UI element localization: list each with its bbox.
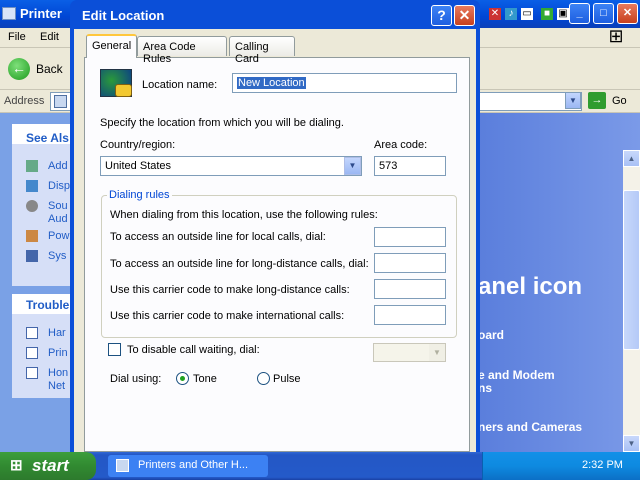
go-label: Go [612, 95, 627, 107]
help-page-icon [26, 367, 38, 379]
taskbar-item-printers[interactable]: Printers and Other H... [108, 455, 268, 477]
minimize-button[interactable]: _ [569, 3, 590, 24]
long-distance-label: To access an outside line for long-dista… [110, 258, 369, 270]
network-icon[interactable]: ✕ [489, 8, 501, 20]
scroll-thumb[interactable] [623, 190, 640, 350]
location-name-label: Location name: [142, 79, 218, 91]
dialog-title: Edit Location [82, 8, 165, 23]
power-icon [26, 230, 38, 242]
speaker-icon[interactable]: ♪ [505, 8, 517, 20]
tab-general[interactable]: General [86, 34, 138, 58]
go-button[interactable]: → Go [588, 92, 636, 110]
area-code-field[interactable]: 573 [374, 156, 446, 176]
vertical-scrollbar[interactable]: ▲ ▼ [623, 150, 640, 452]
carrier-international-field[interactable] [374, 305, 446, 325]
instruction-text: Specify the location from which you will… [100, 117, 344, 129]
call-waiting-checkbox[interactable] [108, 343, 121, 356]
display-icon[interactable]: ▣ [557, 8, 569, 20]
explorer-title: Printer [20, 6, 62, 21]
start-label: start [32, 456, 69, 475]
troubleshooter-heading[interactable]: Trouble [26, 298, 69, 312]
phone-icon [115, 84, 132, 97]
tab-area-code-rules[interactable]: Area Code Rules [137, 36, 227, 65]
trouble-item[interactable]: Net [48, 380, 65, 392]
long-distance-field[interactable] [374, 253, 446, 273]
see-also-item[interactable]: Sys [48, 250, 66, 262]
pulse-label: Pulse [273, 373, 301, 385]
category-link[interactable]: oard [478, 328, 504, 342]
carrier-long-distance-field[interactable] [374, 279, 446, 299]
radio-selected-dot [180, 376, 185, 381]
maximize-button[interactable]: □ [593, 3, 614, 24]
system-icon [26, 250, 38, 262]
monitor-icon[interactable]: ▭ [521, 8, 533, 20]
pick-panel-heading: anel icon [478, 273, 583, 300]
country-select[interactable]: United States [100, 156, 362, 176]
display-icon [26, 180, 38, 192]
tone-radio[interactable] [176, 372, 189, 385]
see-also-item[interactable]: Disp [48, 180, 70, 192]
trouble-item[interactable]: Prin [48, 347, 68, 359]
carrier-international-label: Use this carrier code to make internatio… [110, 310, 345, 322]
see-also-item[interactable]: Sou [48, 200, 68, 212]
close-button[interactable]: ✕ [454, 5, 475, 26]
call-waiting-label: To disable call waiting, dial: [127, 344, 260, 356]
explorer-close-button[interactable]: ✕ [617, 3, 638, 24]
menu-file[interactable]: File [8, 31, 26, 43]
printer-folder-icon [2, 7, 16, 20]
category-link[interactable]: e and Modem [478, 368, 555, 382]
see-also-item[interactable]: Pow [48, 230, 69, 242]
category-link[interactable]: ns [478, 381, 492, 395]
see-also-item[interactable]: Aud [48, 213, 68, 225]
start-button[interactable]: ⊞ start [0, 452, 96, 480]
go-arrow-icon: → [588, 92, 606, 109]
globe-phone-icon [100, 69, 132, 97]
tone-label: Tone [193, 373, 217, 385]
security-icon[interactable]: ■ [541, 8, 553, 20]
see-also-item[interactable]: Add [48, 160, 68, 172]
dial-using-label: Dial using: [110, 373, 162, 385]
add-hardware-icon [26, 160, 38, 172]
pulse-radio[interactable] [257, 372, 270, 385]
category-link[interactable]: ners and Cameras [478, 420, 582, 434]
area-code-value: 573 [379, 160, 398, 172]
trouble-item[interactable]: Hon [48, 367, 68, 379]
chevron-down-icon: ▼ [429, 344, 445, 361]
folder-icon [54, 95, 67, 108]
scroll-up-icon[interactable]: ▲ [623, 150, 640, 167]
rules-intro: When dialing from this location, use the… [110, 209, 378, 221]
address-dropdown-button[interactable]: ▼ [565, 92, 581, 109]
scroll-down-icon[interactable]: ▼ [623, 435, 640, 452]
help-page-icon [26, 327, 38, 339]
printer-folder-icon [116, 459, 129, 472]
local-calls-label: To access an outside line for local call… [110, 231, 326, 243]
clock: 2:32 PM [582, 459, 623, 471]
country-value: United States [105, 160, 172, 172]
menu-edit[interactable]: Edit [40, 31, 59, 43]
call-waiting-combo: ▼ [373, 343, 446, 362]
area-code-label: Area code: [374, 139, 428, 151]
location-name-field[interactable]: New Location [232, 73, 457, 93]
help-page-icon [26, 347, 38, 359]
windows-logo-icon: ⊞ [608, 26, 624, 46]
trouble-item[interactable]: Har [48, 327, 66, 339]
country-label: Country/region: [100, 139, 176, 151]
tab-calling-card[interactable]: Calling Card [229, 36, 295, 65]
location-name-value: New Location [237, 77, 306, 89]
dialing-rules-title: Dialing rules [107, 189, 172, 201]
taskbar-item-label: Printers and Other H... [138, 459, 249, 471]
back-arrow-icon: ← [8, 58, 30, 80]
address-label: Address [4, 95, 45, 107]
see-also-heading[interactable]: See Als [26, 131, 69, 145]
back-button[interactable]: ← Back [6, 56, 66, 82]
chevron-down-icon[interactable]: ▼ [344, 157, 361, 175]
local-calls-field[interactable] [374, 227, 446, 247]
help-button[interactable]: ? [431, 5, 452, 26]
sound-icon [26, 200, 38, 212]
windows-flag-icon: ⊞ [10, 457, 23, 474]
back-label: Back [36, 62, 63, 76]
carrier-long-distance-label: Use this carrier code to make long-dista… [110, 284, 350, 296]
